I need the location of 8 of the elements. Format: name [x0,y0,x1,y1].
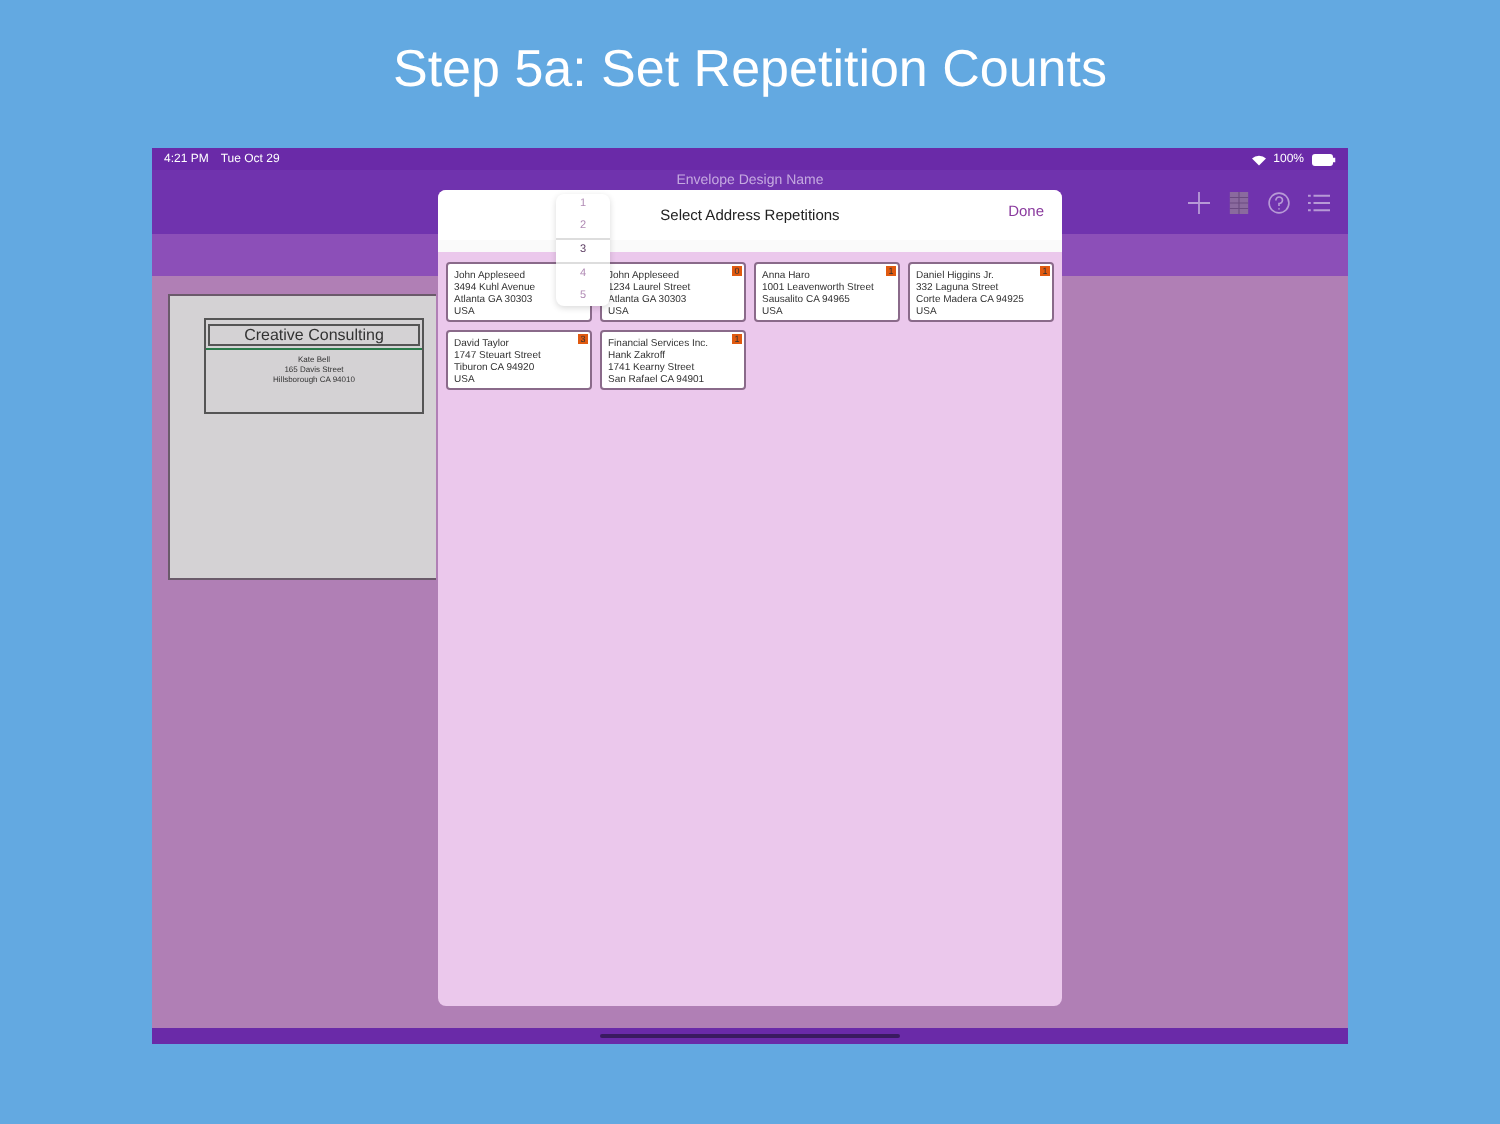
return-address: Creative Consulting [208,324,420,346]
grid-icon[interactable] [1228,192,1250,214]
move-icon[interactable] [1188,192,1210,214]
list-icon[interactable] [1308,192,1330,214]
headline: Step 5a: Set Repetition Counts [392,38,1107,102]
battery-icon [1312,153,1336,165]
wifi-icon [1251,153,1266,165]
help-icon[interactable] [1268,192,1290,214]
